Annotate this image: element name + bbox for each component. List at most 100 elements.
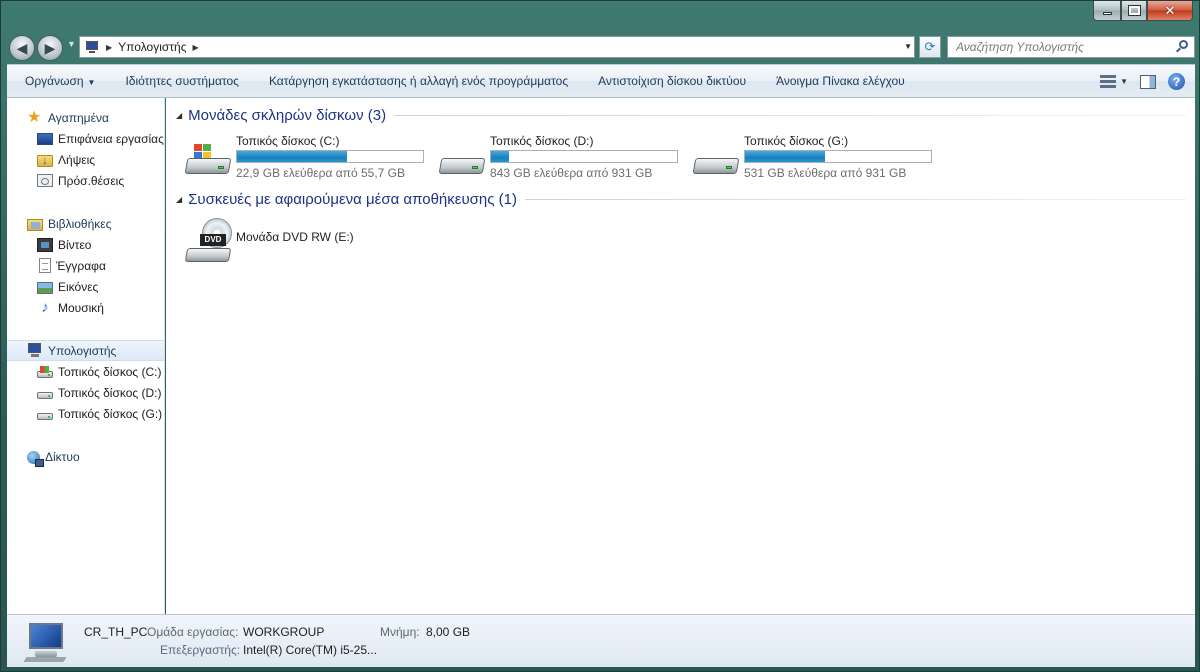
collapse-arrow-icon[interactable]: ◢ xyxy=(176,111,182,120)
sidebar-item-label: Βιβλιοθήκες xyxy=(48,216,112,231)
refresh-button[interactable]: ⟳ xyxy=(919,36,941,58)
drive-free-space: 531 GB ελεύθερα από 931 GB xyxy=(744,166,907,180)
computer-name: CR_TH_PC xyxy=(84,625,148,639)
sidebar-item-drive-g[interactable]: Τοπικός δίσκος (G:) xyxy=(7,403,164,424)
forward-button[interactable]: ▶ xyxy=(37,35,63,61)
drive-tile-d[interactable]: Τοπικός δίσκος (D:) 843 GB ελεύθερα από … xyxy=(438,134,688,180)
downloads-folder-icon xyxy=(37,153,53,167)
favorites-group: ★ Αγαπημένα Επιφάνεια εργασίας Λήψεις Πρ… xyxy=(7,107,164,191)
system-properties-button[interactable]: Ιδιότητες συστήματος xyxy=(110,74,253,88)
toolbar-right: ▼ ? xyxy=(1100,73,1185,90)
dvd-drive-icon: DVD xyxy=(184,218,232,262)
minimize-button[interactable] xyxy=(1093,1,1121,21)
drive-usage-fill xyxy=(745,151,825,162)
network-icon xyxy=(27,450,44,467)
forward-arrow-icon: ▶ xyxy=(44,39,56,56)
sidebar-item-label: Επιφάνεια εργασίας xyxy=(58,131,164,146)
sidebar-item-label: Πρόσ.θέσεις xyxy=(58,173,125,188)
sidebar-item-pictures[interactable]: Εικόνες xyxy=(7,276,164,297)
refresh-icon: ⟳ xyxy=(924,39,936,54)
drive-usage-fill xyxy=(237,151,347,162)
libraries-icon xyxy=(27,218,43,231)
sidebar-item-drive-d[interactable]: Τοπικός δίσκος (D:) xyxy=(7,382,164,403)
search-box xyxy=(947,36,1195,58)
sidebar-item-network[interactable]: Δίκτυο xyxy=(7,446,164,467)
sidebar-item-documents[interactable]: Έγγραφα xyxy=(7,255,164,276)
content-pane: ◢ Μονάδες σκληρών δίσκων (3) Τοπικός δίσ… xyxy=(166,98,1195,614)
star-icon: ★ xyxy=(27,109,42,126)
drive-tile-dvd[interactable]: DVD Μονάδα DVD RW (E:) xyxy=(184,214,434,262)
sidebar-item-videos[interactable]: Βίντεο xyxy=(7,234,164,255)
computer-icon xyxy=(27,343,43,358)
hard-drive-icon xyxy=(438,144,486,178)
sidebar-item-desktop[interactable]: Επιφάνεια εργασίας xyxy=(7,128,164,149)
drive-usage-bar xyxy=(236,150,424,163)
organize-button[interactable]: Οργάνωση ▼ xyxy=(7,74,110,88)
open-control-panel-button[interactable]: Άνοιγμα Πίνακα ελέγχου xyxy=(761,74,920,88)
processor-label: Επεξεργαστής: xyxy=(160,643,241,657)
sidebar-item-downloads[interactable]: Λήψεις xyxy=(7,149,164,170)
command-bar: Οργάνωση ▼ Ιδιότητες συστήματος Κατάργηση… xyxy=(7,64,1195,98)
recent-pages-dropdown[interactable]: ▼ xyxy=(67,39,76,49)
drive-name: Τοπικός δίσκος (C:) xyxy=(236,134,340,148)
chevron-down-icon: ▼ xyxy=(87,78,96,87)
sidebar-item-libraries[interactable]: Βιβλιοθήκες xyxy=(7,213,164,234)
address-history-dropdown[interactable]: ▼ xyxy=(904,42,912,51)
drive-tile-g[interactable]: Τοπικός δίσκος (G:) 531 GB ελεύθερα από … xyxy=(692,134,942,180)
help-icon[interactable]: ? xyxy=(1168,73,1185,90)
group-title: Συσκευές με αφαιρούμενα μέσα αποθήκευσης… xyxy=(188,190,517,208)
back-arrow-icon: ◀ xyxy=(16,39,28,56)
hard-drive-icon xyxy=(37,391,53,399)
sidebar-item-label: Υπολογιστής xyxy=(48,343,117,358)
drive-usage-bar xyxy=(490,150,678,163)
sidebar-item-drive-c[interactable]: Τοπικός δίσκος (C:) xyxy=(7,361,164,382)
sidebar-item-label: Έγγραφα xyxy=(56,258,106,273)
system-drive-icon xyxy=(184,144,232,178)
close-button[interactable]: ✕ xyxy=(1147,1,1193,21)
back-button[interactable]: ◀ xyxy=(9,35,35,61)
memory-label: Μνήμη: xyxy=(380,625,420,639)
minimize-icon xyxy=(1102,12,1112,15)
organize-label: Οργάνωση xyxy=(25,74,84,88)
maximize-icon xyxy=(1127,5,1141,16)
memory-value: 8,00 GB xyxy=(426,625,471,639)
pictures-icon xyxy=(37,281,53,294)
navigation-pane: ★ Αγαπημένα Επιφάνεια εργασίας Λήψεις Πρ… xyxy=(7,98,165,614)
sidebar-item-computer[interactable]: Υπολογιστής xyxy=(7,340,164,361)
sidebar-item-favorites[interactable]: ★ Αγαπημένα xyxy=(7,107,164,128)
sidebar-item-label: Δίκτυο xyxy=(45,449,80,464)
uninstall-program-button[interactable]: Κατάργηση εγκατάστασης ή αλλαγή ενός προ… xyxy=(254,74,583,88)
sidebar-item-music[interactable]: ♪ Μουσική xyxy=(7,297,164,318)
address-bar[interactable]: ▶ Υπολογιστής ▶ ▼ xyxy=(79,36,915,58)
computer-group: Υπολογιστής Τοπικός δίσκος (C:) Τοπικός … xyxy=(7,340,164,424)
sidebar-item-label: Τοπικός δίσκος (G:) xyxy=(58,406,163,421)
maximize-button[interactable] xyxy=(1121,1,1147,21)
search-input[interactable] xyxy=(956,40,1176,54)
preview-pane-icon[interactable] xyxy=(1140,74,1156,89)
sidebar-item-recent-places[interactable]: Πρόσ.θέσεις xyxy=(7,170,164,191)
drive-tile-c[interactable]: Τοπικός δίσκος (C:) 22,9 GB ελεύθερα από… xyxy=(184,134,434,180)
breadcrumb-separator-icon[interactable]: ▶ xyxy=(192,43,198,52)
workgroup-label: Ομάδα εργασίας: xyxy=(147,625,239,639)
search-icon[interactable] xyxy=(1176,40,1188,54)
hard-drives-group-header[interactable]: ◢ Μονάδες σκληρών δίσκων (3) xyxy=(176,105,1186,125)
change-view-icon[interactable] xyxy=(1100,74,1117,89)
drive-name: Τοπικός δίσκος (D:) xyxy=(490,134,594,148)
recent-places-icon xyxy=(37,174,53,187)
address-row: ◀ ▶ ▼ ▶ Υπολογιστής ▶ ▼ ⟳ xyxy=(7,33,1195,61)
dvd-badge: DVD xyxy=(200,234,226,246)
sidebar-item-label: Λήψεις xyxy=(58,152,96,167)
drive-free-space: 843 GB ελεύθερα από 931 GB xyxy=(490,166,653,180)
libraries-group: Βιβλιοθήκες Βίντεο Έγγραφα Εικόνες ♪ Μου… xyxy=(7,213,164,318)
explorer-window: ✕ ◀ ▶ ▼ ▶ Υπολογιστής ▶ ▼ ⟳ Οργάνωση▼ Ιδ… xyxy=(0,0,1200,672)
collapse-arrow-icon[interactable]: ◢ xyxy=(176,195,182,204)
workgroup-value: WORKGROUP xyxy=(243,625,325,639)
map-network-drive-button[interactable]: Αντιστοίχιση δίσκου δικτύου xyxy=(583,74,761,88)
breadcrumb-separator-icon[interactable]: ▶ xyxy=(106,43,112,52)
music-icon: ♪ xyxy=(41,299,49,316)
documents-icon xyxy=(39,258,51,273)
sidebar-item-label: Τοπικός δίσκος (C:) xyxy=(58,364,162,379)
removable-group-header[interactable]: ◢ Συσκευές με αφαιρούμενα μέσα αποθήκευσ… xyxy=(176,189,1186,209)
breadcrumb-computer[interactable]: Υπολογιστής xyxy=(118,40,186,54)
view-options-dropdown[interactable]: ▼ xyxy=(1120,77,1128,86)
